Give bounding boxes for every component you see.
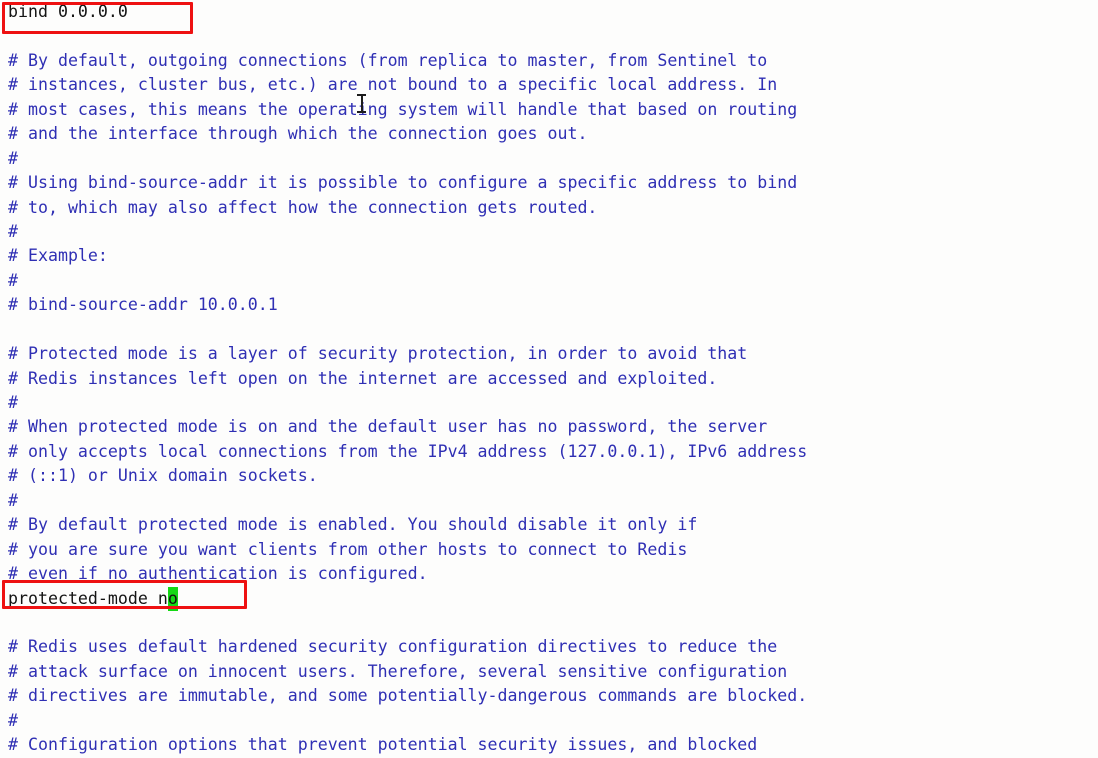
code-line[interactable]: # instances, cluster bus, etc.) are not … <box>0 73 1098 97</box>
code-line-text: protected-mode n <box>8 588 168 608</box>
code-text-area[interactable]: bind 0.0.0.0 # By default, outgoing conn… <box>0 0 1098 758</box>
code-line[interactable]: # <box>0 391 1098 415</box>
code-line[interactable]: # Protected mode is a layer of security … <box>0 342 1098 366</box>
code-line[interactable]: # to, which may also affect how the conn… <box>0 196 1098 220</box>
code-line[interactable]: # <box>0 269 1098 293</box>
code-line[interactable]: # <box>0 489 1098 513</box>
code-line[interactable]: # <box>0 709 1098 733</box>
code-line[interactable]: # <box>0 147 1098 171</box>
code-line[interactable]: # By default, outgoing connections (from… <box>0 49 1098 73</box>
code-line[interactable]: # and the interface through which the co… <box>0 122 1098 146</box>
code-line[interactable]: # Redis instances left open on the inter… <box>0 367 1098 391</box>
code-line[interactable]: # only accepts local connections from th… <box>0 440 1098 464</box>
code-line[interactable]: # you are sure you want clients from oth… <box>0 538 1098 562</box>
code-line[interactable]: # (::1) or Unix domain sockets. <box>0 464 1098 488</box>
code-line[interactable]: # bind-source-addr 10.0.0.1 <box>0 293 1098 317</box>
code-line[interactable]: # Configuration options that prevent pot… <box>0 733 1098 757</box>
text-block-cursor: o <box>167 586 178 611</box>
code-line[interactable] <box>0 318 1098 342</box>
code-line[interactable]: bind 0.0.0.0 <box>0 0 1098 24</box>
code-line[interactable] <box>0 24 1098 48</box>
code-line[interactable]: # Example: <box>0 244 1098 268</box>
code-line[interactable]: # When protected mode is on and the defa… <box>0 415 1098 439</box>
code-line[interactable]: # Using bind-source-addr it is possible … <box>0 171 1098 195</box>
code-line[interactable]: # By default protected mode is enabled. … <box>0 513 1098 537</box>
config-file-editor[interactable]: bind 0.0.0.0 # By default, outgoing conn… <box>0 0 1098 754</box>
code-line[interactable] <box>0 611 1098 635</box>
code-line[interactable]: # <box>0 220 1098 244</box>
code-line[interactable]: # most cases, this means the operating s… <box>0 98 1098 122</box>
code-line[interactable]: protected-mode no <box>0 586 1098 611</box>
code-line[interactable]: # attack surface on innocent users. Ther… <box>0 660 1098 684</box>
code-line[interactable]: # directives are immutable, and some pot… <box>0 684 1098 708</box>
code-line[interactable]: # even if no authentication is configure… <box>0 562 1098 586</box>
code-line[interactable]: # Redis uses default hardened security c… <box>0 635 1098 659</box>
